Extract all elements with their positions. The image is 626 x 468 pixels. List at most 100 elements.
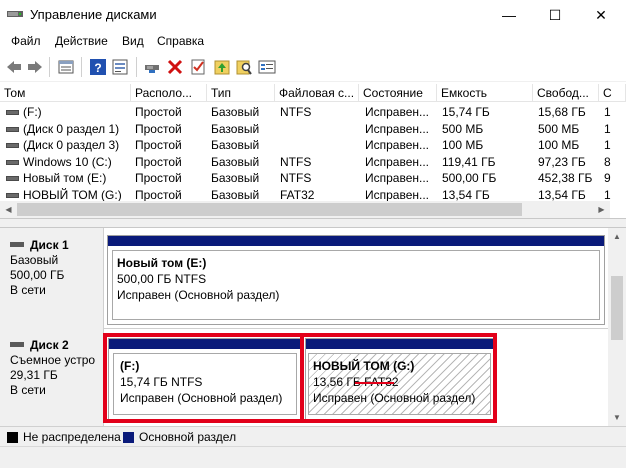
table-cell: (Диск 0 раздел 1) (23, 121, 120, 136)
volume-icon (6, 176, 19, 181)
status-bar (0, 446, 626, 468)
col-free[interactable]: Свобод... (533, 84, 599, 102)
table-cell: Исправен... (365, 154, 430, 169)
menu-action[interactable]: Действие (55, 34, 108, 48)
properties-icon[interactable] (111, 58, 129, 76)
table-cell: Исправен... (365, 105, 430, 119)
disk-2-label[interactable]: Диск 2 Съемное устро 29,31 ГБ В сети (0, 328, 104, 426)
table-cell: (Диск 0 раздел 3) (23, 138, 120, 152)
connect-icon[interactable] (143, 58, 161, 76)
menu-file[interactable]: Файл (11, 34, 41, 48)
menu-view[interactable]: Вид (122, 34, 144, 48)
table-cell: Простой (135, 138, 182, 152)
scroll-right-icon[interactable]: ▶ (593, 201, 610, 218)
menu-help[interactable]: Справка (157, 34, 204, 48)
col-filesystem[interactable]: Файловая с... (275, 84, 359, 102)
partition-e[interactable]: Новый том (E:) 500,00 ГБ NTFS Исправен (… (107, 235, 605, 325)
disk-size: 29,31 ГБ (10, 368, 58, 382)
table-cell (280, 121, 360, 138)
view-list-icon[interactable] (57, 58, 75, 76)
table-cell: Новый том (E:) (23, 171, 107, 185)
svg-text:?: ? (94, 61, 101, 75)
check-icon[interactable] (189, 58, 207, 76)
primary-partition-bar (108, 236, 604, 246)
table-cell: Простой (135, 121, 182, 136)
close-button[interactable]: ✕ (578, 0, 624, 30)
toolbar-separator (136, 57, 137, 77)
table-cell: 119,41 ГБ (442, 154, 496, 169)
table-cell: 15,68 ГБ (538, 105, 586, 119)
col-volume[interactable]: Том (0, 84, 131, 102)
scroll-thumb[interactable] (611, 276, 623, 340)
table-cell: Исправен... (365, 171, 430, 185)
table-cell: 15,74 ГБ (442, 105, 490, 119)
table-cell: Простой (135, 154, 182, 169)
scroll-down-icon[interactable]: ▼ (608, 409, 626, 426)
scroll-thumb[interactable] (17, 203, 522, 216)
disk-type: Съемное устро (10, 353, 96, 367)
col-capacity[interactable]: Емкость (437, 84, 533, 102)
table-cell: 97,23 ГБ (538, 154, 586, 169)
disk-1-label[interactable]: Диск 1 Базовый 500,00 ГБ В сети (0, 228, 104, 328)
window-title: Управление дисками (30, 7, 157, 22)
table-row[interactable]: (F:) Простой Базовый NTFS Исправен... 15,74 Г… (0, 104, 626, 121)
minimize-button[interactable]: — (486, 0, 532, 30)
col-type[interactable]: Тип (207, 84, 275, 102)
volume-list: Том Располо... Тип Файловая с... Состоян… (0, 84, 626, 218)
horizontal-scrollbar[interactable]: ◀ ▶ (0, 201, 610, 218)
partition-name: Новый том (E:) (117, 256, 207, 270)
disk-name: Диск 1 (30, 238, 69, 252)
search-icon[interactable] (235, 58, 253, 76)
table-cell: NTFS (280, 105, 312, 119)
table-cell: Windows 10 (C:) (23, 154, 112, 169)
disk-status: В сети (10, 283, 46, 297)
table-cell: 500 МБ (538, 121, 580, 136)
legend: Не распределена Основной раздел (0, 426, 626, 446)
table-row[interactable]: Windows 10 (C:) Простой Базовый NTFS Исправе… (0, 154, 626, 171)
col-layout[interactable]: Располо... (131, 84, 207, 102)
unallocated-swatch (7, 432, 18, 443)
volume-icon (6, 192, 19, 198)
table-cell: 9 (604, 171, 611, 185)
disk-status: В сети (10, 383, 46, 397)
table-cell: (F:) (23, 105, 42, 119)
table-cell: 500,00 ГБ (442, 171, 497, 185)
col-free-percent[interactable]: С (599, 84, 626, 102)
vertical-scrollbar[interactable]: ▲ ▼ (608, 228, 626, 426)
partition-status: Исправен (Основной раздел) (117, 288, 280, 302)
highlight-frame-g (300, 333, 497, 423)
help-icon[interactable]: ? (89, 58, 107, 76)
scroll-up-icon[interactable]: ▲ (608, 228, 626, 245)
disk-name: Диск 2 (30, 338, 69, 352)
table-cell: 1 (604, 138, 611, 152)
pane-splitter[interactable] (0, 218, 626, 228)
table-cell (280, 137, 360, 154)
table-cell: Базовый (211, 121, 260, 136)
table-row[interactable]: Новый том (E:) Простой Базовый NTFS Исправен… (0, 170, 626, 187)
col-status[interactable]: Состояние (359, 84, 437, 102)
toolbar: ? (0, 52, 626, 82)
disk-icon (10, 242, 24, 247)
legend-unallocated: Не распределена (23, 430, 121, 444)
up-icon[interactable] (213, 58, 231, 76)
volume-icon (6, 143, 19, 148)
disk-management-icon (7, 11, 23, 17)
disk-type: Базовый (10, 253, 59, 267)
delete-icon[interactable] (166, 58, 184, 76)
table-cell: 100 МБ (538, 138, 580, 152)
settings-icon[interactable] (258, 58, 276, 76)
forward-icon[interactable] (26, 58, 44, 76)
table-cell: 1 (604, 121, 611, 136)
table-row[interactable]: (Диск 0 раздел 1) Простой Базовый Исправен.… (0, 121, 626, 138)
table-cell: 452,38 ГБ (538, 171, 593, 185)
maximize-button[interactable]: ☐ (532, 0, 578, 30)
menu-bar: Файл Действие Вид Справка (0, 30, 626, 52)
volume-icon (6, 110, 19, 115)
table-row[interactable]: (Диск 0 раздел 3) Простой Базовый Исправен.… (0, 137, 626, 154)
legend-primary: Основной раздел (139, 430, 237, 444)
back-icon[interactable] (5, 58, 23, 76)
scroll-left-icon[interactable]: ◀ (0, 201, 17, 218)
table-cell: 100 МБ (442, 138, 484, 152)
table-cell: Простой (135, 171, 182, 185)
table-cell: Простой (135, 105, 182, 119)
